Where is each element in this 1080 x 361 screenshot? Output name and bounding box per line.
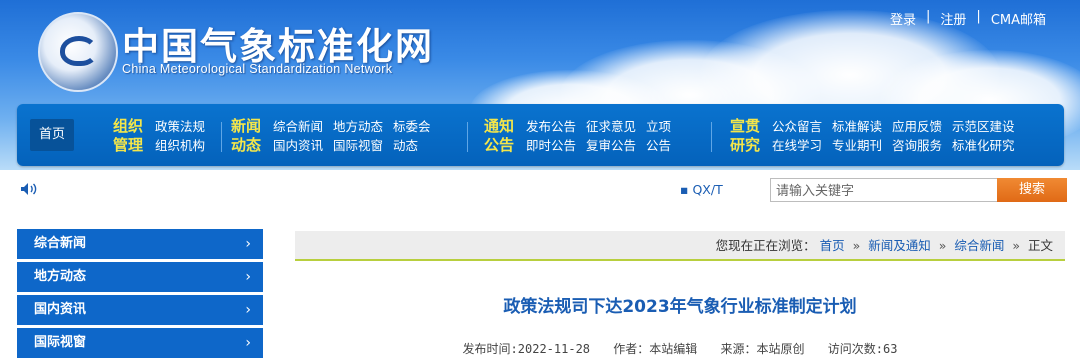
nav-link[interactable]: 发布公告	[526, 117, 576, 136]
nav-link[interactable]: 标委会	[393, 117, 431, 136]
nav-group-label[interactable]: 新闻 动态	[231, 117, 265, 155]
breadcrumb-news-notice[interactable]: 新闻及通知	[868, 238, 931, 253]
nav-group-org: 组织 管理 政策法规 组织机构	[113, 117, 233, 155]
nav-link[interactable]: 立项	[646, 117, 671, 136]
nav-group-label[interactable]: 组织 管理	[113, 117, 147, 155]
nav-link[interactable]: 征求意见	[586, 117, 636, 136]
nav-group-label-line: 通知	[484, 117, 515, 135]
breadcrumb-general-news[interactable]: 综合新闻	[954, 238, 1004, 253]
nav-link[interactable]: 复审公告	[586, 136, 636, 155]
nav-link[interactable]: 公告	[646, 136, 671, 155]
nav-link[interactable]: 标准化研究	[952, 136, 1015, 155]
cloud-swirl-icon	[60, 36, 98, 66]
login-link[interactable]: 登录	[890, 9, 916, 28]
nav-group-links: 综合新闻 地方动态 标委会 国内资讯 国际视窗 动态	[273, 117, 441, 155]
nav-group-news: 新闻 动态 综合新闻 地方动态 标委会 国内资讯 国际视窗 动态	[231, 117, 451, 155]
chevron-right-icon: ›	[245, 269, 251, 285]
nav-link[interactable]: 公众留言	[772, 117, 822, 136]
visit-count: 访问次数:63	[827, 342, 898, 356]
nav-link[interactable]: 国内资讯	[273, 136, 323, 155]
top-link-separator: |	[976, 9, 981, 24]
nav-group-links: 政策法规 组织机构	[155, 117, 215, 155]
nav-group-links: 公众留言 标准解读 应用反馈 示范区建设 在线学习 专业期刊 咨询服务 标准化研究	[772, 117, 1025, 155]
chevron-right-icon: ›	[245, 236, 251, 252]
nav-group-links: 发布公告 征求意见 立项 即时公告 复审公告 公告	[526, 117, 681, 155]
sidebar-item-label: 综合新闻	[34, 236, 87, 251]
nav-link[interactable]: 标准解读	[832, 117, 882, 136]
cma-mail-link[interactable]: CMA邮箱	[991, 9, 1046, 28]
chevron-right-icon: ›	[245, 302, 251, 318]
nav-link[interactable]: 示范区建设	[952, 117, 1015, 136]
sidebar: 综合新闻 › 地方动态 › 国内资讯 › 国际视窗 ›	[17, 229, 263, 361]
article-title: 政策法规司下达2023年气象行业标准制定计划	[503, 297, 857, 317]
nav-link[interactable]: 综合新闻	[273, 117, 323, 136]
article-author: 作者：本站编辑	[613, 342, 698, 356]
top-link-separator: |	[926, 9, 931, 24]
nav-link[interactable]: 应用反馈	[892, 117, 942, 136]
nav-group-label-line: 公告	[484, 136, 515, 154]
breadcrumb-separator: »	[1012, 238, 1020, 253]
sidebar-item-domestic-news[interactable]: 国内资讯 ›	[17, 295, 263, 325]
article-source: 来源：本站原创	[720, 342, 805, 356]
sidebar-item-international[interactable]: 国际视窗 ›	[17, 328, 263, 358]
breadcrumb-separator: »	[852, 238, 861, 253]
utility-bar: ▪ QX/T 搜索	[0, 170, 1080, 216]
nav-group-label-line: 研究	[730, 136, 761, 154]
nav-link[interactable]: 国际视窗	[333, 136, 383, 155]
nav-link[interactable]: 咨询服务	[892, 136, 942, 155]
article-meta: 发布时间:2022-11-28 作者：本站编辑 来源：本站原创 访问次数:63	[295, 340, 1065, 357]
nav-group-research: 宣贯 研究 公众留言 标准解读 应用反馈 示范区建设 在线学习 专业期刊 咨询服务 标准化研…	[730, 117, 1060, 155]
nav-group-label-line: 管理	[113, 136, 144, 154]
nav-link[interactable]: 动态	[393, 136, 418, 155]
qxt-link[interactable]: ▪ QX/T	[680, 182, 723, 197]
site-subtitle: China Meteorological Standardization Net…	[122, 62, 393, 76]
publish-time: 发布时间:2022-11-28	[462, 342, 591, 356]
nav-link-org[interactable]: 组织机构	[155, 136, 205, 155]
main-nav: 首页 组织 管理 政策法规 组织机构 新闻 动态 综合新闻 地方动态 标委会 国内资…	[17, 104, 1064, 166]
nav-divider	[221, 122, 222, 152]
nav-divider	[467, 122, 468, 152]
nav-link[interactable]: 在线学习	[772, 136, 822, 155]
site-logo-icon[interactable]	[38, 12, 118, 92]
breadcrumb-home[interactable]: 首页	[820, 238, 845, 253]
sidebar-item-label: 地方动态	[34, 269, 87, 284]
top-links: 登录 | 注册 | CMA邮箱	[890, 9, 1046, 28]
qxt-link-label: QX/T	[692, 182, 723, 197]
nav-group-label-line: 动态	[231, 136, 262, 154]
speaker-icon[interactable]	[20, 182, 38, 200]
nav-group-label[interactable]: 宣贯 研究	[730, 117, 764, 155]
nav-divider	[711, 122, 712, 152]
breadcrumb-prefix: 您现在正在浏览：	[715, 238, 816, 253]
search-button[interactable]: 搜索	[997, 178, 1067, 202]
chevron-right-icon: ›	[245, 335, 251, 351]
nav-link[interactable]: 专业期刊	[832, 136, 882, 155]
nav-group-label-line: 组织	[113, 117, 144, 135]
nav-link-policy[interactable]: 政策法规	[155, 117, 205, 136]
nav-group-label[interactable]: 通知 公告	[484, 117, 518, 155]
sidebar-item-label: 国内资讯	[34, 302, 87, 317]
sidebar-item-label: 国际视窗	[34, 335, 87, 350]
breadcrumb-current: 正文	[1027, 238, 1053, 253]
nav-link[interactable]: 即时公告	[526, 136, 576, 155]
breadcrumb-separator: »	[938, 238, 947, 253]
sidebar-item-local-news[interactable]: 地方动态 ›	[17, 262, 263, 292]
nav-group-notice: 通知 公告 发布公告 征求意见 立项 即时公告 复审公告 公告	[484, 117, 704, 155]
register-link[interactable]: 注册	[940, 9, 966, 28]
nav-link[interactable]: 地方动态	[333, 117, 383, 136]
sidebar-item-general-news[interactable]: 综合新闻 ›	[17, 229, 263, 259]
nav-group-label-line: 新闻	[231, 117, 262, 135]
nav-home-button[interactable]: 首页	[30, 119, 74, 151]
search-input[interactable]	[770, 178, 998, 202]
nav-group-label-line: 宣贯	[730, 117, 761, 135]
breadcrumb: 您现在正在浏览： 首页 » 新闻及通知 » 综合新闻 » 正文	[295, 231, 1065, 261]
site-header: 中国气象标准化网 China Meteorological Standardiz…	[0, 0, 1080, 170]
